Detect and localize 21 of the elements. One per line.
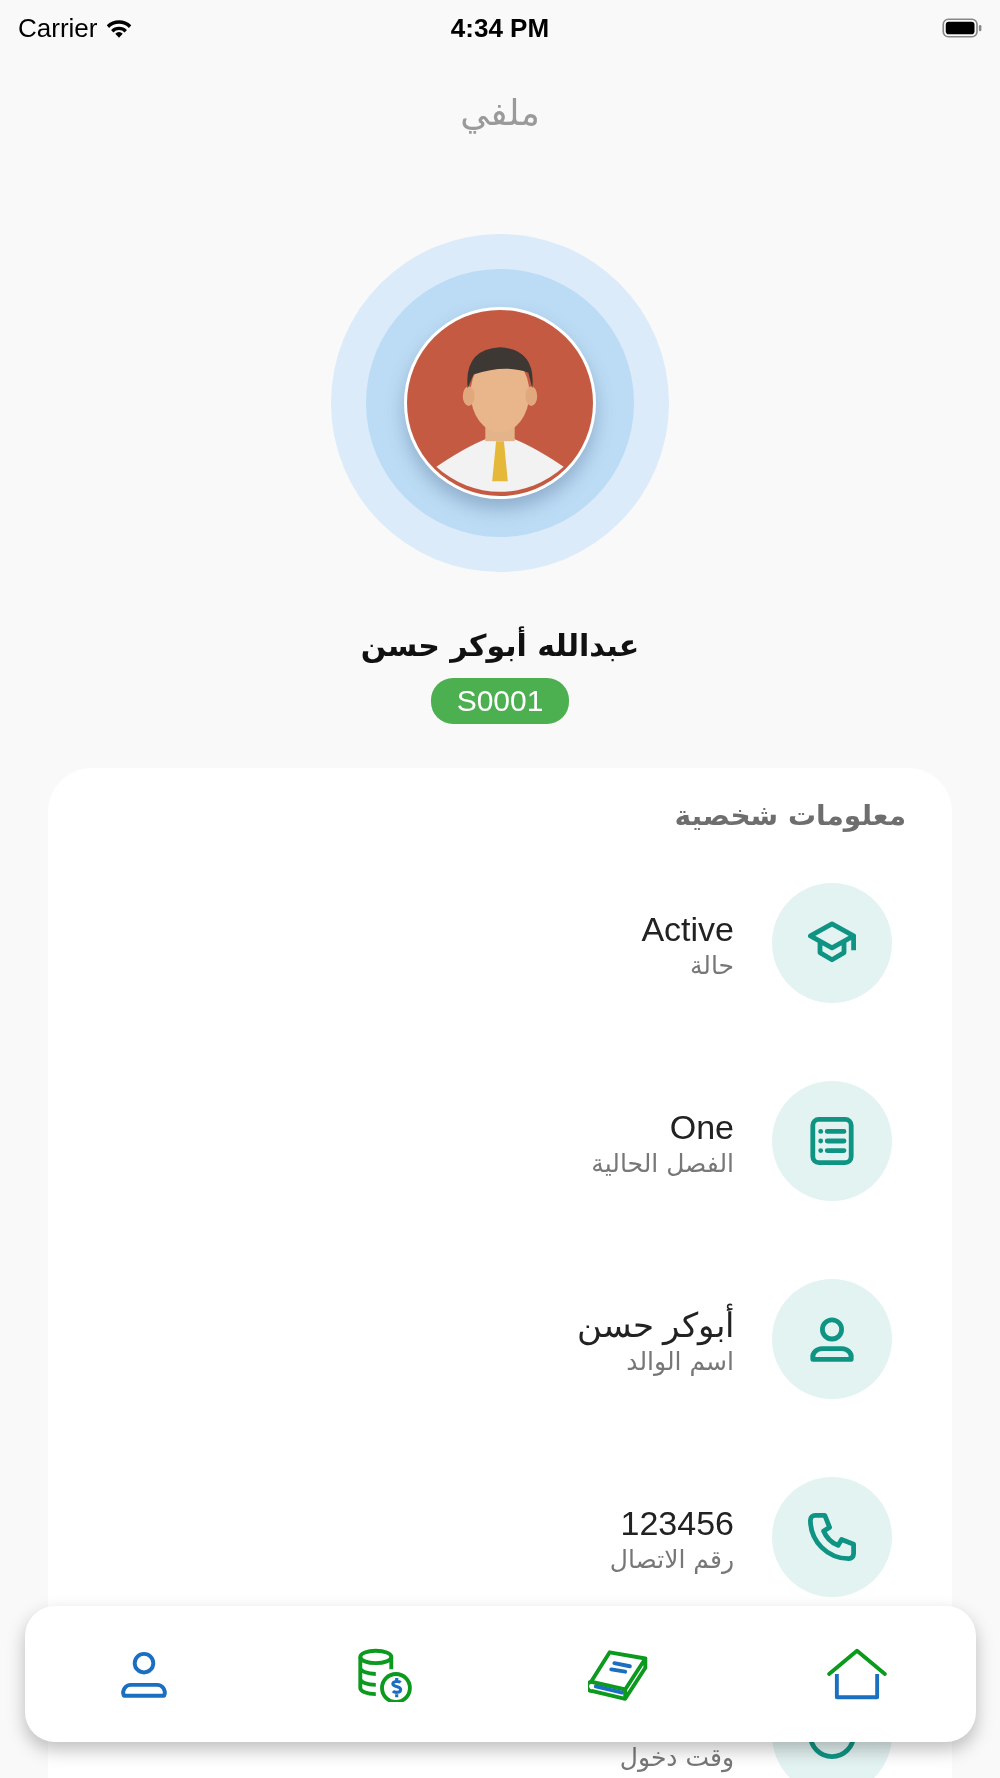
- field-label: رقم الاتصال: [609, 1546, 734, 1574]
- battery-icon: [942, 18, 982, 38]
- carrier-label: Carrier: [18, 12, 98, 44]
- field-value: Active: [641, 909, 734, 950]
- person-icon: [808, 1315, 856, 1363]
- section-title: معلومات شخصية: [673, 798, 907, 834]
- field-value: أبوكر حسن: [576, 1302, 734, 1348]
- field-value: 123456: [619, 1503, 734, 1544]
- student-id-badge: S0001: [430, 678, 570, 724]
- student-name: عبدالله أبوكر حسن: [359, 625, 641, 665]
- field-label: اسم الوالد: [625, 1348, 734, 1376]
- field-label: حالة: [688, 952, 734, 980]
- status-time: 4:34 PM: [450, 12, 550, 44]
- wifi-icon: [105, 17, 134, 39]
- list-icon: [808, 1117, 856, 1165]
- home-icon: [826, 1646, 889, 1702]
- field-value: One: [668, 1107, 734, 1148]
- page-title: ملفي: [459, 91, 541, 136]
- field-label: وقت دخول: [619, 1744, 734, 1772]
- field-label: الفصل الحالية: [591, 1150, 734, 1178]
- phone-icon: [808, 1513, 856, 1561]
